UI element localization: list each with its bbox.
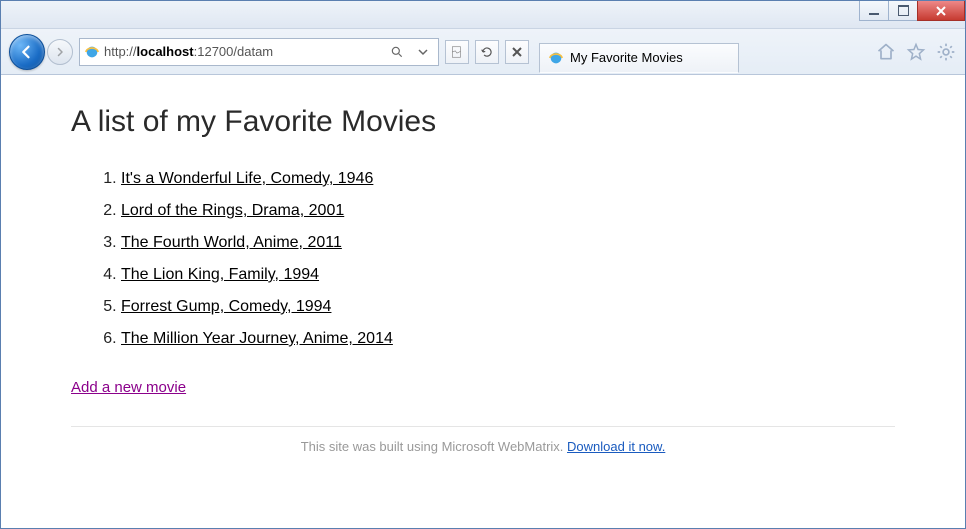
window-frame: http://localhost:12700/datam My Favorite… <box>0 0 966 529</box>
list-item: The Million Year Journey, Anime, 2014 <box>121 323 895 355</box>
arrow-left-icon <box>18 43 36 61</box>
stop-button[interactable] <box>505 40 529 64</box>
titlebar <box>1 1 965 29</box>
favorites-button[interactable] <box>905 41 927 63</box>
ie-logo-icon <box>84 44 100 60</box>
page-heading: A list of my Favorite Movies <box>71 105 895 139</box>
window-controls <box>860 1 965 21</box>
footer-download-link[interactable]: Download it now. <box>567 439 665 454</box>
movie-link[interactable]: Forrest Gump, Comedy, 1994 <box>121 298 331 315</box>
address-bar[interactable]: http://localhost:12700/datam <box>79 38 439 66</box>
url-text: http://localhost:12700/datam <box>104 44 382 59</box>
refresh-icon <box>480 45 494 59</box>
movie-link[interactable]: The Fourth World, Anime, 2011 <box>121 234 342 251</box>
footer-divider <box>71 426 895 427</box>
arrow-right-icon <box>54 46 66 58</box>
home-button[interactable] <box>875 41 897 63</box>
back-button[interactable] <box>9 34 45 70</box>
movie-link[interactable]: The Million Year Journey, Anime, 2014 <box>121 330 393 347</box>
page-broken-icon <box>450 45 464 59</box>
browser-tab[interactable]: My Favorite Movies <box>539 43 739 73</box>
list-item: The Lion King, Family, 1994 <box>121 259 895 291</box>
list-item: It's a Wonderful Life, Comedy, 1946 <box>121 163 895 195</box>
movie-link[interactable]: It's a Wonderful Life, Comedy, 1946 <box>121 170 373 187</box>
forward-button[interactable] <box>47 39 73 65</box>
star-icon <box>906 42 926 62</box>
tools-button[interactable] <box>935 41 957 63</box>
add-movie-link[interactable]: Add a new movie <box>71 379 895 396</box>
search-icon[interactable] <box>386 41 408 63</box>
refresh-button[interactable] <box>475 40 499 64</box>
movie-list: It's a Wonderful Life, Comedy, 1946 Lord… <box>111 163 895 355</box>
footer-text: This site was built using Microsoft WebM… <box>301 439 567 454</box>
movie-link[interactable]: Lord of the Rings, Drama, 2001 <box>121 202 344 219</box>
page-content: A list of my Favorite Movies It's a Wond… <box>1 75 965 484</box>
toolbar-right-icons <box>875 41 957 63</box>
dropdown-icon[interactable] <box>412 41 434 63</box>
list-item: The Fourth World, Anime, 2011 <box>121 227 895 259</box>
close-icon <box>935 5 947 17</box>
compatibility-button[interactable] <box>445 40 469 64</box>
footer: This site was built using Microsoft WebM… <box>71 439 895 454</box>
close-button[interactable] <box>917 1 965 21</box>
list-item: Forrest Gump, Comedy, 1994 <box>121 291 895 323</box>
list-item: Lord of the Rings, Drama, 2001 <box>121 195 895 227</box>
maximize-button[interactable] <box>888 1 918 21</box>
gear-icon <box>936 42 956 62</box>
x-icon <box>511 46 523 58</box>
ie-logo-icon <box>548 50 564 66</box>
tab-title: My Favorite Movies <box>570 50 683 65</box>
home-icon <box>876 42 896 62</box>
minimize-button[interactable] <box>859 1 889 21</box>
movie-link[interactable]: The Lion King, Family, 1994 <box>121 266 319 283</box>
browser-toolbar: http://localhost:12700/datam My Favorite… <box>1 29 965 75</box>
